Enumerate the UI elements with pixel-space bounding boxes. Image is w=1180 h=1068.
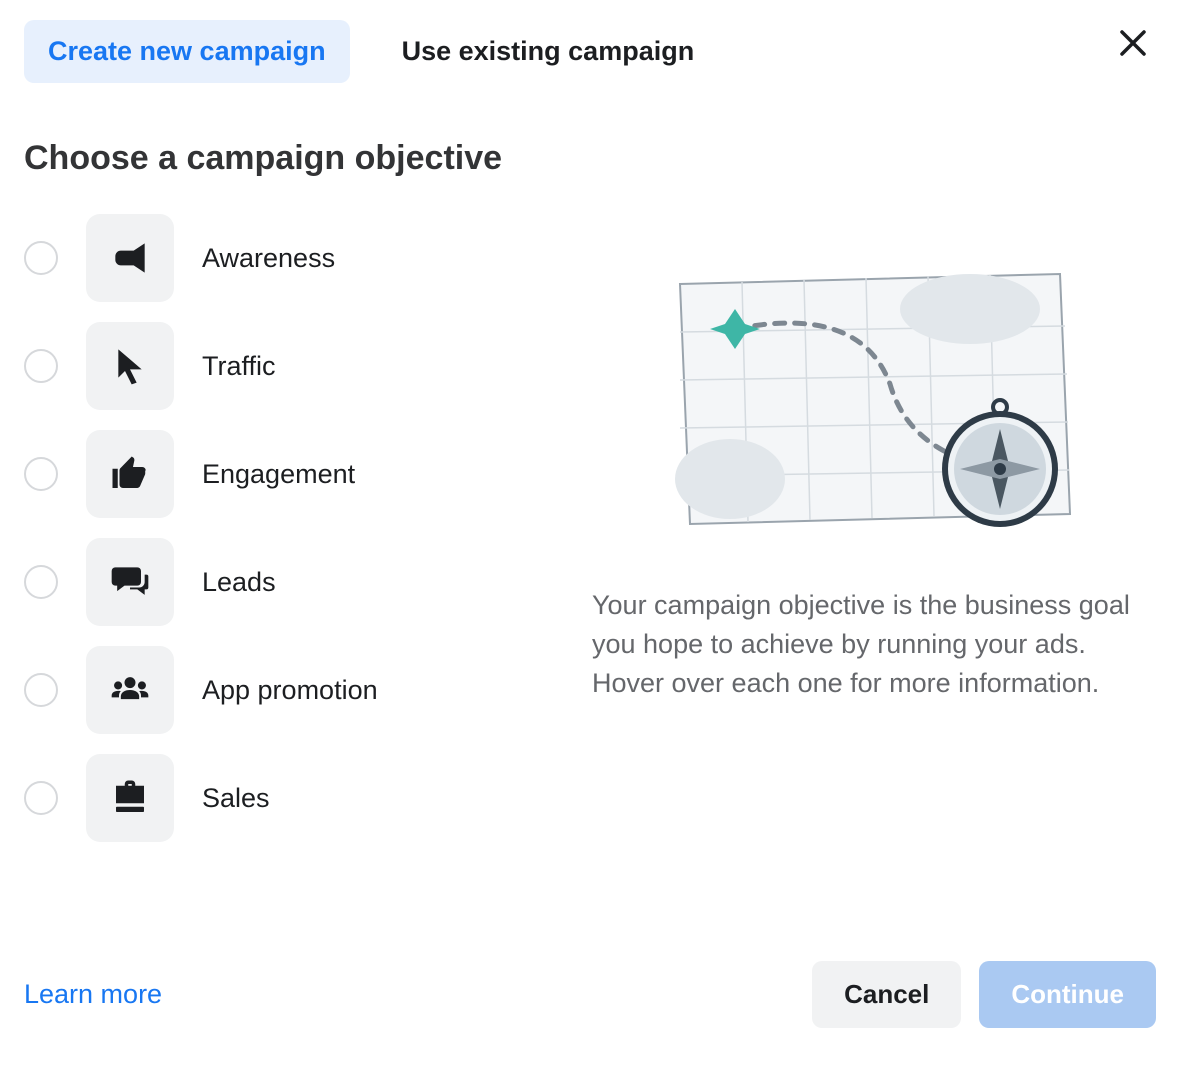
radio-awareness[interactable] <box>24 241 58 275</box>
learn-more-link[interactable]: Learn more <box>24 979 162 1010</box>
option-app-promotion[interactable]: App promotion <box>24 646 544 734</box>
radio-traffic[interactable] <box>24 349 58 383</box>
radio-engagement[interactable] <box>24 457 58 491</box>
continue-button[interactable]: Continue <box>979 961 1156 1028</box>
map-compass-illustration <box>660 254 1080 554</box>
option-label: Sales <box>202 783 270 814</box>
option-leads[interactable]: Leads <box>24 538 544 626</box>
close-icon <box>1118 28 1148 58</box>
option-label: Awareness <box>202 243 335 274</box>
thumbs-up-icon <box>109 453 151 495</box>
tab-create-new-campaign[interactable]: Create new campaign <box>24 20 350 83</box>
icon-box <box>86 322 174 410</box>
option-label: Traffic <box>202 351 276 382</box>
option-sales[interactable]: Sales <box>24 754 544 842</box>
close-button[interactable] <box>1118 28 1148 63</box>
megaphone-icon <box>108 236 152 280</box>
tab-bar: Create new campaign Use existing campaig… <box>24 20 1156 83</box>
option-label: Engagement <box>202 459 355 490</box>
icon-box <box>86 646 174 734</box>
briefcase-icon <box>109 777 151 819</box>
radio-sales[interactable] <box>24 781 58 815</box>
option-label: Leads <box>202 567 276 598</box>
cursor-icon <box>110 346 150 386</box>
icon-box <box>86 754 174 842</box>
help-panel: Your campaign objective is the business … <box>584 214 1156 862</box>
objective-options: Awareness Traffic Engagement <box>24 214 544 862</box>
people-group-icon <box>108 668 152 712</box>
option-engagement[interactable]: Engagement <box>24 430 544 518</box>
radio-leads[interactable] <box>24 565 58 599</box>
option-label: App promotion <box>202 675 378 706</box>
icon-box <box>86 538 174 626</box>
cancel-button[interactable]: Cancel <box>812 961 961 1028</box>
option-traffic[interactable]: Traffic <box>24 322 544 410</box>
chat-bubbles-icon <box>108 560 152 604</box>
radio-app-promotion[interactable] <box>24 673 58 707</box>
tab-use-existing-campaign[interactable]: Use existing campaign <box>378 20 719 83</box>
option-awareness[interactable]: Awareness <box>24 214 544 302</box>
page-title: Choose a campaign objective <box>24 139 1156 178</box>
help-text: Your campaign objective is the business … <box>584 586 1156 703</box>
footer: Learn more Cancel Continue <box>24 961 1156 1028</box>
icon-box <box>86 430 174 518</box>
icon-box <box>86 214 174 302</box>
